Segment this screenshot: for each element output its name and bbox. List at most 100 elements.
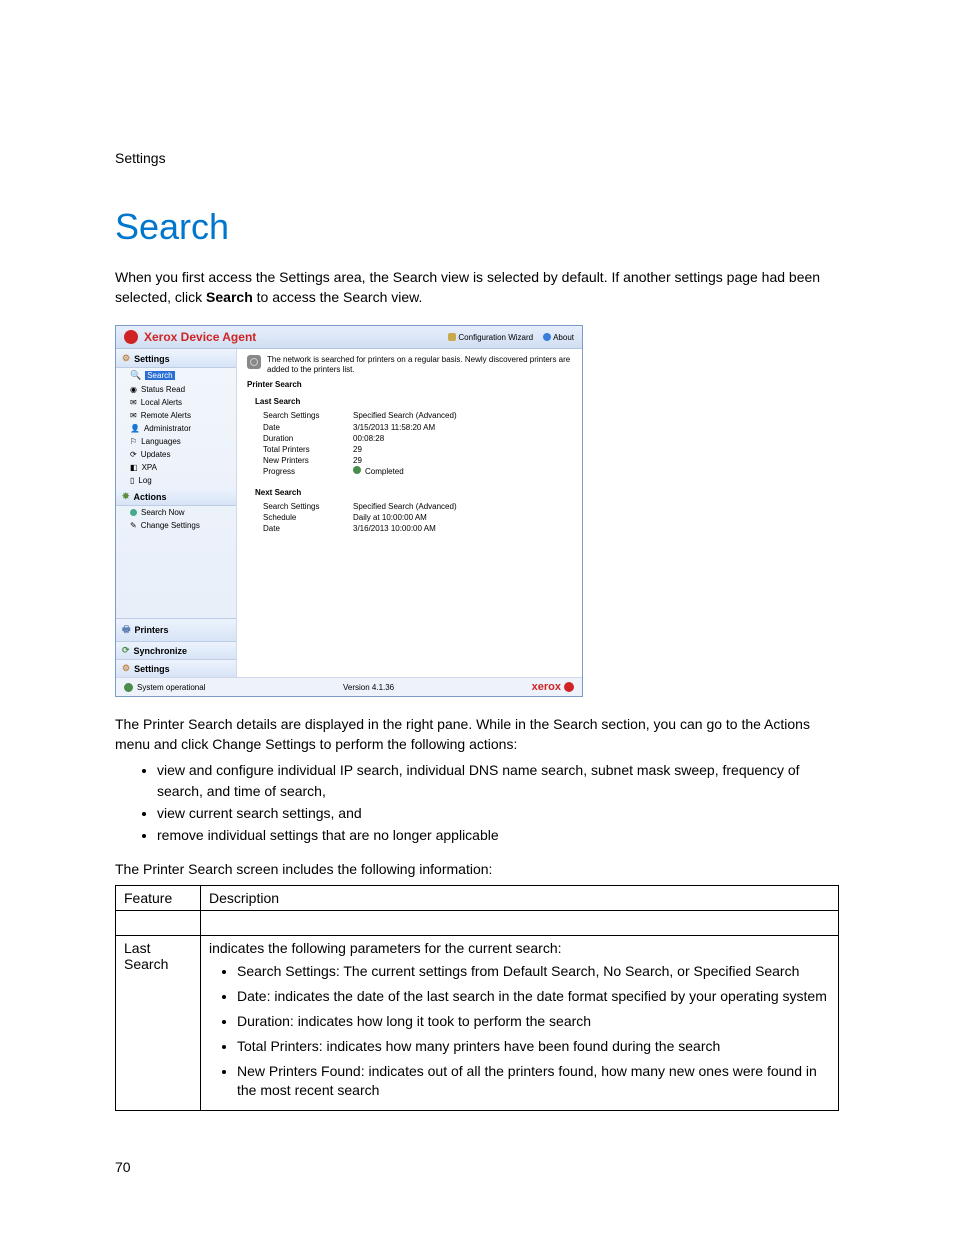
desc-item: New Printers Found: indicates out of all… xyxy=(237,1062,830,1100)
completed-icon xyxy=(353,466,361,474)
kv-key: New Printers xyxy=(263,455,353,466)
printer-icon: 🖶 xyxy=(122,622,131,638)
remote-alerts-icon: ✉ xyxy=(130,411,137,420)
sidebar-item-search[interactable]: 🔍 Search xyxy=(116,368,236,383)
th-description: Description xyxy=(201,886,839,911)
sidebar-item-label: Search xyxy=(145,371,174,380)
app-titlebar: Xerox Device Agent Configuration Wizard … xyxy=(116,326,582,349)
desc-item: Total Printers: indicates how many print… xyxy=(237,1037,830,1056)
status-read-icon: ◉ xyxy=(130,385,137,394)
td-description: indicates the following parameters for t… xyxy=(201,936,839,1110)
bottom-tab-settings[interactable]: ⚙ Settings xyxy=(116,659,236,677)
desc-list: Search Settings: The current settings fr… xyxy=(209,962,830,1099)
table-intro: The Printer Search screen includes the f… xyxy=(115,860,839,880)
sidebar-item-local-alerts[interactable]: ✉ Local Alerts xyxy=(116,396,236,409)
sidebar-item-languages[interactable]: ⚐Languages xyxy=(116,435,236,448)
header-label: Settings xyxy=(115,150,839,166)
pencil-icon: ✎ xyxy=(130,521,137,530)
sidebar-item-remote-alerts[interactable]: ✉Remote Alerts xyxy=(116,409,236,422)
kv-key: Date xyxy=(263,422,353,433)
app-title-text: Xerox Device Agent xyxy=(144,330,256,344)
action-label: Change Settings xyxy=(141,521,200,530)
sidebar-item-status-read[interactable]: ◉ Status Read xyxy=(116,383,236,396)
app-footer: System operational Version 4.1.36 xerox xyxy=(116,677,582,696)
kv-key: Search Settings xyxy=(263,410,353,421)
kv-val: Specified Search (Advanced) xyxy=(353,501,457,512)
brand-text: xerox xyxy=(532,681,561,693)
settings-icon: ⚙ xyxy=(122,663,130,674)
sidebar-item-label: Updates xyxy=(141,450,171,459)
action-search-now[interactable]: Search Now xyxy=(116,506,236,519)
kv-row: Search SettingsSpecified Search (Advance… xyxy=(263,501,572,512)
info-text: The network is searched for printers on … xyxy=(267,355,572,374)
kv-val: 3/16/2013 10:00:00 AM xyxy=(353,523,436,534)
kv-row: New Printers29 xyxy=(263,455,572,466)
status-icon xyxy=(124,683,133,692)
xpa-icon: ◧ xyxy=(130,463,138,472)
local-alerts-icon: ✉ xyxy=(130,398,137,407)
settings-header-icon: ⚙ xyxy=(122,353,130,364)
intro-paragraph: When you first access the Settings area,… xyxy=(115,268,839,307)
kv-row: ScheduleDaily at 10:00:00 AM xyxy=(263,512,572,523)
sidebar-item-label: Status Read xyxy=(141,385,185,394)
kv-key: Search Settings xyxy=(263,501,353,512)
post-screenshot-para: The Printer Search details are displayed… xyxy=(115,715,839,754)
table-spacer-row xyxy=(116,911,839,936)
last-search-heading: Last Search xyxy=(255,397,572,406)
app-title: Xerox Device Agent xyxy=(124,330,256,344)
updates-icon: ⟳ xyxy=(130,450,137,459)
status-text: System operational xyxy=(137,683,205,692)
sidebar-actions-header[interactable]: ✸ Actions xyxy=(116,487,236,506)
td-feature: Last Search xyxy=(116,936,201,1110)
kv-key: Schedule xyxy=(263,512,353,523)
sidebar-item-administrator[interactable]: 👤Administrator xyxy=(116,422,236,435)
version-text: Version 4.1.36 xyxy=(343,683,394,692)
config-wizard-link[interactable]: Configuration Wizard xyxy=(448,333,533,342)
kv-val: 3/15/2013 11:58:20 AM xyxy=(353,422,435,433)
kv-val: 29 xyxy=(353,455,362,466)
sync-icon: ⟳ xyxy=(122,645,130,656)
play-icon xyxy=(130,509,137,516)
kv-key: Duration xyxy=(263,433,353,444)
bottom-tab-label: Synchronize xyxy=(134,646,188,656)
bullet-item: view current search settings, and xyxy=(157,803,839,823)
footer-brand: xerox xyxy=(532,681,574,693)
desc-item: Search Settings: The current settings fr… xyxy=(237,962,830,981)
search-icon: 🔍 xyxy=(130,370,141,381)
about-link[interactable]: About xyxy=(543,333,574,342)
bullet-item: view and configure individual IP search,… xyxy=(157,760,839,801)
sidebar-item-label: Languages xyxy=(141,437,181,446)
kv-key: Progress xyxy=(263,466,353,477)
td-empty xyxy=(116,911,201,936)
sidebar-item-log[interactable]: ▯ Log xyxy=(116,474,236,487)
table-header-row: Feature Description xyxy=(116,886,839,911)
sidebar-item-label: XPA xyxy=(142,463,157,472)
admin-icon: 👤 xyxy=(130,424,140,433)
table-row: Last Search indicates the following para… xyxy=(116,936,839,1110)
sidebar-item-xpa[interactable]: ◧ XPA xyxy=(116,461,236,474)
actions-header-label: Actions xyxy=(134,492,167,502)
sidebar-item-label: Local Alerts xyxy=(141,398,182,407)
desc-item: Duration: indicates how long it took to … xyxy=(237,1012,830,1031)
pane-subtitle: Printer Search xyxy=(247,380,572,389)
sidebar-settings-header[interactable]: ⚙ Settings xyxy=(116,349,236,368)
brand-globe-icon xyxy=(564,682,574,692)
settings-header-label: Settings xyxy=(134,354,170,364)
about-label: About xyxy=(553,333,574,342)
bottom-tab-label: Settings xyxy=(134,664,170,674)
kv-val: 29 xyxy=(353,444,362,455)
feature-table: Feature Description Last Search indicate… xyxy=(115,885,839,1110)
app-window: Xerox Device Agent Configuration Wizard … xyxy=(115,325,583,697)
log-icon: ▯ xyxy=(130,476,134,485)
th-feature: Feature xyxy=(116,886,201,911)
config-wizard-label: Configuration Wizard xyxy=(458,333,533,342)
td-empty xyxy=(201,911,839,936)
bottom-tab-printers[interactable]: 🖶Printers xyxy=(116,618,236,641)
kv-row: Search SettingsSpecified Search (Advance… xyxy=(263,410,572,421)
sidebar-item-updates[interactable]: ⟳ Updates xyxy=(116,448,236,461)
kv-row: Duration00:08:28 xyxy=(263,433,572,444)
sidebar-item-label: Log xyxy=(138,476,151,485)
action-change-settings[interactable]: ✎ Change Settings xyxy=(116,519,236,532)
progress-text: Completed xyxy=(365,467,404,476)
bottom-tab-synchronize[interactable]: ⟳ Synchronize xyxy=(116,641,236,659)
